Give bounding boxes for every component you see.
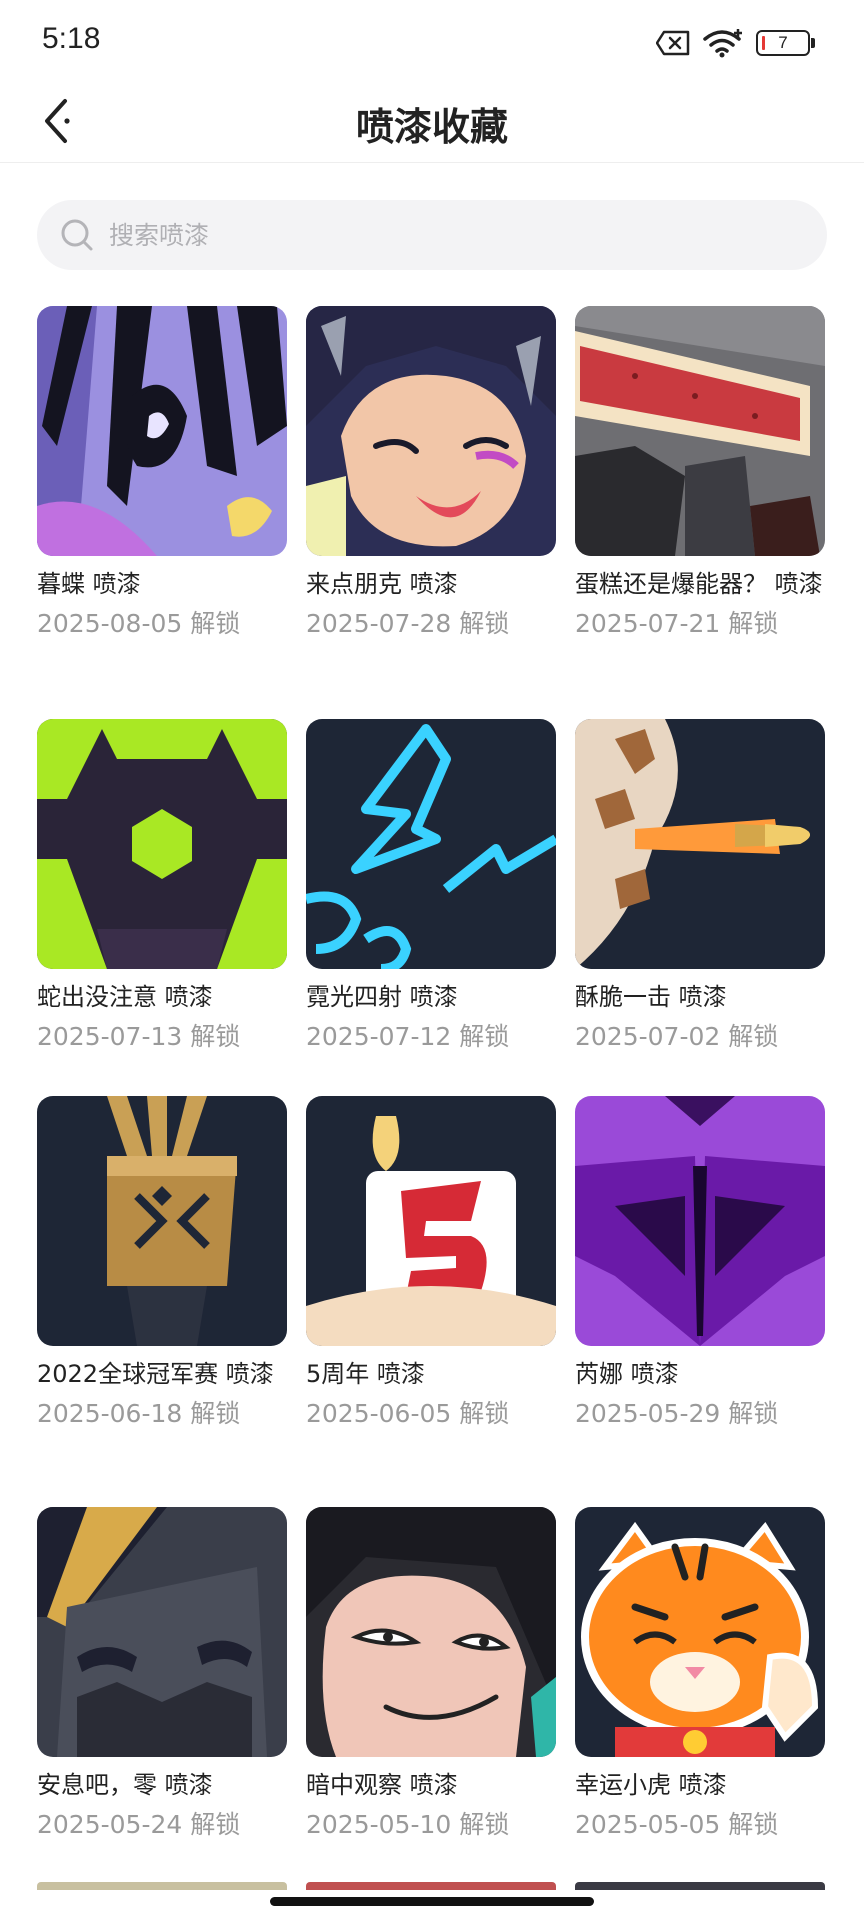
spray-unlock-date: 2025-07-12 解锁: [306, 1022, 510, 1051]
spray-unlock-date: 2025-06-05 解锁: [306, 1399, 510, 1428]
spray-name: 安息吧，零 喷漆: [37, 1771, 213, 1799]
bullet-spray-icon: [575, 719, 825, 969]
spray-card[interactable]: 2022全球冠军赛 喷漆 2025-06-18 解锁: [37, 1096, 287, 1432]
spray-unlock-date: 2025-06-18 解锁: [37, 1399, 241, 1428]
spray-card[interactable]: 来点朋克 喷漆 2025-07-28 解锁: [306, 306, 556, 642]
status-time: 5:18: [42, 22, 101, 55]
anniversary-cake-spray-icon: [306, 1096, 556, 1346]
next-row-peek: [575, 1882, 825, 1890]
spray-name: 蛇出没注意 喷漆: [37, 983, 213, 1011]
spray-name: 幸运小虎 喷漆: [575, 1771, 727, 1799]
spray-card[interactable]: 蛋糕还是爆能器？ 喷漆 2025-07-21 解锁: [575, 306, 825, 642]
spray-row: 2022全球冠军赛 喷漆 2025-06-18 解锁 5周年 喷漆 2025-0…: [37, 1096, 827, 1496]
spray-unlock-date: 2025-07-21 解锁: [575, 609, 779, 638]
next-row-peek: [306, 1882, 556, 1890]
champions-spray-thumbnail: [37, 1096, 287, 1346]
spray-card[interactable]: 芮娜 喷漆 2025-05-29 解锁: [575, 1096, 825, 1432]
lucky-tiger-spray-icon: [575, 1507, 825, 1757]
butterfly-spray-thumbnail: [37, 306, 287, 556]
cake-spray-thumbnail: [575, 306, 825, 556]
spray-unlock-date: 2025-05-05 解锁: [575, 1810, 779, 1839]
spray-card[interactable]: 安息吧，零 喷漆 2025-05-24 解锁: [37, 1507, 287, 1843]
spray-card[interactable]: 暮蝶 喷漆 2025-08-05 解锁: [37, 306, 287, 642]
sleeping-robot-spray-thumbnail: [37, 1507, 287, 1757]
spray-unlock-date: 2025-08-05 解锁: [37, 609, 241, 638]
spray-card[interactable]: 蛇出没注意 喷漆 2025-07-13 解锁: [37, 719, 287, 1055]
spray-card[interactable]: 酥脆一击 喷漆 2025-07-02 解锁: [575, 719, 825, 1055]
cake-spray-icon: [575, 306, 825, 556]
spray-unlock-date: 2025-05-29 解锁: [575, 1399, 779, 1428]
smirk-face-spray-thumbnail: [306, 1507, 556, 1757]
spray-unlock-date: 2025-07-28 解锁: [306, 609, 510, 638]
spray-card[interactable]: 幸运小虎 喷漆 2025-05-05 解锁: [575, 1507, 825, 1843]
spray-card[interactable]: 霓光四射 喷漆 2025-07-12 解锁: [306, 719, 556, 1055]
spray-name: 霓光四射 喷漆: [306, 983, 458, 1011]
spray-name: 酥脆一击 喷漆: [575, 983, 727, 1011]
anniversary-cake-spray-thumbnail: [306, 1096, 556, 1346]
reyna-spray-icon: [575, 1096, 825, 1346]
champions-spray-icon: [37, 1096, 287, 1346]
bullet-spray-thumbnail: [575, 719, 825, 969]
spray-name: 暗中观察 喷漆: [306, 1771, 458, 1799]
snake-warning-spray-icon: [37, 719, 287, 969]
home-indicator[interactable]: [270, 1897, 594, 1906]
spray-unlock-date: 2025-07-13 解锁: [37, 1022, 241, 1051]
spray-unlock-date: 2025-07-02 解锁: [575, 1022, 779, 1051]
spray-row: 暮蝶 喷漆 2025-08-05 解锁 来点朋克 喷漆 2025-07-28 解…: [37, 306, 827, 706]
spray-unlock-date: 2025-05-24 解锁: [37, 1810, 241, 1839]
butterfly-spray-icon: [37, 306, 287, 556]
spray-row: 蛇出没注意 喷漆 2025-07-13 解锁 霓光四射 喷漆 2025-07-1…: [37, 719, 827, 1119]
search-icon: [61, 219, 93, 251]
sim-off-icon: [656, 30, 690, 56]
reyna-spray-thumbnail: [575, 1096, 825, 1346]
punk-girl-spray-thumbnail: [306, 306, 556, 556]
status-bar: 5:18 7: [0, 0, 864, 80]
spray-row: 安息吧，零 喷漆 2025-05-24 解锁 暗中观察 喷漆 2025-05-1…: [37, 1507, 827, 1907]
sleeping-robot-spray-icon: [37, 1507, 287, 1757]
lucky-tiger-spray-thumbnail: [575, 1507, 825, 1757]
spray-name: 5周年 喷漆: [306, 1360, 425, 1388]
neon-spray-thumbnail: [306, 719, 556, 969]
header: 喷漆收藏: [0, 80, 864, 163]
spray-card[interactable]: 暗中观察 喷漆 2025-05-10 解锁: [306, 1507, 556, 1843]
search-input[interactable]: [107, 219, 827, 251]
snake-warning-spray-thumbnail: [37, 719, 287, 969]
next-row-peek: [37, 1882, 287, 1890]
spray-card[interactable]: 5周年 喷漆 2025-06-05 解锁: [306, 1096, 556, 1432]
spray-name: 蛋糕还是爆能器？ 喷漆: [575, 570, 823, 598]
spray-name: 暮蝶 喷漆: [37, 570, 141, 598]
wifi-icon: [703, 29, 742, 58]
spray-name: 来点朋克 喷漆: [306, 570, 458, 598]
neon-spray-icon: [306, 719, 556, 969]
spray-unlock-date: 2025-05-10 解锁: [306, 1810, 510, 1839]
battery-level: 7: [778, 33, 788, 52]
punk-girl-spray-icon: [306, 306, 556, 556]
status-icons: 7: [656, 26, 815, 60]
smirk-face-spray-icon: [306, 1507, 556, 1757]
battery-icon: 7: [756, 30, 815, 56]
page-title: 喷漆收藏: [355, 105, 508, 149]
spray-name: 芮娜 喷漆: [575, 1360, 679, 1388]
search-bar[interactable]: [37, 200, 827, 270]
spray-name: 2022全球冠军赛 喷漆: [37, 1360, 274, 1388]
